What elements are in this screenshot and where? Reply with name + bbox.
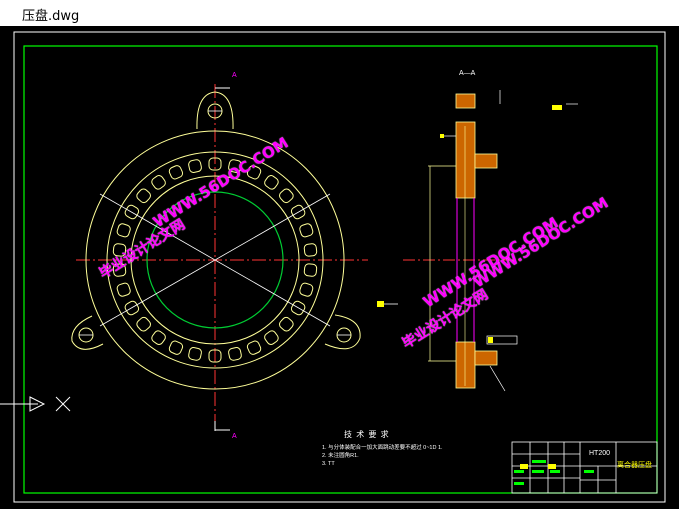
slot <box>299 223 314 238</box>
part-name-label: 离合器压盘 <box>617 462 652 469</box>
slot <box>264 175 279 190</box>
section-label: A—A <box>459 70 476 77</box>
tech-title: 技 术 要 求 <box>344 430 390 439</box>
slot <box>299 282 314 297</box>
cut-label-top: A <box>232 72 237 79</box>
window-title: 压盘.dwg <box>22 9 80 24</box>
slot <box>279 316 294 332</box>
slot <box>151 175 166 190</box>
slot <box>188 347 202 361</box>
slot <box>246 340 262 355</box>
slot <box>136 316 151 332</box>
slot <box>168 340 184 355</box>
slot <box>303 243 318 257</box>
slot <box>136 188 151 204</box>
slot <box>188 159 202 173</box>
slot <box>116 282 131 297</box>
slot <box>228 347 242 361</box>
window-titlebar: 压盘.dwg <box>0 0 679 26</box>
tech-note: 2. 未注圆角R1. <box>322 453 359 459</box>
slot <box>116 223 131 238</box>
drawing-canvas[interactable]: A A A—A 技 术 要 求 1. 与分体装配合一加大面跳动差要不超过 0~1… <box>0 26 679 509</box>
slot <box>168 165 184 180</box>
tech-notes: 1. 与分体装配合一加大面跳动差要不超过 0~1D 1. 2. 未注圆角R1. … <box>322 444 502 468</box>
tech-note: 1. 与分体装配合一加大面跳动差要不超过 0~1D 1. <box>322 445 443 451</box>
slot <box>303 263 318 277</box>
cut-label-bottom: A <box>232 433 237 440</box>
slot <box>264 330 279 345</box>
slot <box>151 330 166 345</box>
material-label: HT200 <box>589 450 611 457</box>
slot <box>279 188 294 204</box>
tech-note: 3. TT <box>322 461 335 467</box>
ucs-icon <box>0 396 71 412</box>
